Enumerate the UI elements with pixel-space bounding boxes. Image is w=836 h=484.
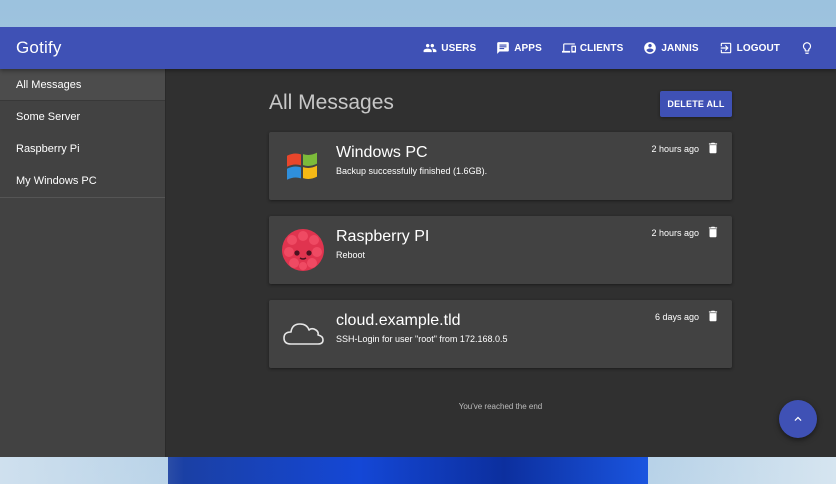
- message-body: Backup successfully finished (1.6GB).: [336, 166, 488, 176]
- trash-icon: [708, 142, 718, 154]
- message-body: Reboot: [336, 250, 366, 260]
- app-bar: Gotify USERS APPS CLIENTS JANNIS LOGOUT: [0, 27, 836, 69]
- delete-message-button[interactable]: [706, 309, 720, 323]
- account-label: JANNIS: [661, 42, 699, 54]
- apps-message-icon: [497, 42, 510, 54]
- delete-message-button[interactable]: [706, 225, 720, 239]
- wallpaper-highlight: [0, 456, 836, 484]
- logout-icon: [720, 42, 731, 54]
- clients-devices-icon: [561, 43, 576, 53]
- sidebar-item-some-server[interactable]: Some Server: [0, 101, 165, 133]
- message-card: Raspberry PI Reboot 2 hours ago: [269, 216, 732, 284]
- end-of-list-text: You've reached the end: [458, 402, 543, 411]
- sidebar: All Messages Some Server Raspberry Pi My…: [0, 69, 166, 457]
- sidebar-item-label: My Windows PC: [16, 175, 97, 187]
- sidebar-item-raspberry-pi[interactable]: Raspberry Pi: [0, 133, 165, 165]
- sidebar-item-label: Raspberry Pi: [16, 143, 80, 155]
- message-date: 2 hours ago: [651, 228, 699, 238]
- sidebar-item-label: All Messages: [16, 78, 82, 91]
- lightbulb-icon: [802, 42, 812, 54]
- cloud-icon: [279, 310, 327, 358]
- account-button[interactable]: JANNIS: [643, 41, 699, 55]
- users-button[interactable]: USERS: [423, 41, 476, 55]
- message-card: cloud.example.tld SSH-Login for user "ro…: [269, 300, 732, 368]
- users-label: USERS: [441, 42, 477, 54]
- clients-button[interactable]: CLIENTS: [561, 41, 624, 55]
- app-title[interactable]: Gotify: [16, 38, 62, 58]
- logout-label: LOGOUT: [736, 42, 780, 54]
- page-title: All Messages: [269, 91, 394, 114]
- apps-label: APPS: [514, 42, 542, 54]
- delete-message-button[interactable]: [706, 141, 720, 155]
- scroll-to-top-button[interactable]: [779, 400, 817, 438]
- clients-label: CLIENTS: [579, 42, 624, 54]
- main-content: All Messages DELETE ALL Windows PC Backu…: [166, 69, 836, 457]
- account-circle-icon: [644, 42, 657, 54]
- apps-button[interactable]: APPS: [496, 41, 542, 55]
- users-icon: [423, 43, 437, 53]
- raspberry-icon: [279, 226, 327, 274]
- logout-button[interactable]: LOGOUT: [719, 41, 780, 55]
- message-title: Raspberry PI: [336, 228, 430, 245]
- nav-bar: USERS APPS CLIENTS JANNIS LOGOUT: [423, 27, 814, 69]
- gotify-app-window: Gotify USERS APPS CLIENTS JANNIS LOGOUT: [0, 27, 836, 457]
- sidebar-item-all-messages[interactable]: All Messages: [0, 69, 165, 101]
- message-date: 6 days ago: [654, 312, 699, 322]
- windows-logo-icon: [279, 142, 327, 190]
- message-date: 2 hours ago: [651, 144, 699, 154]
- trash-icon: [708, 310, 718, 322]
- message-title: cloud.example.tld: [336, 312, 461, 329]
- sidebar-divider: [0, 197, 165, 198]
- message-body: SSH-Login for user "root" from 172.168.0…: [336, 334, 508, 344]
- message-card: Windows PC Backup successfully finished …: [269, 132, 732, 200]
- theme-toggle-button[interactable]: [800, 41, 814, 55]
- chevron-up-icon: [794, 416, 802, 421]
- trash-icon: [708, 226, 718, 238]
- sidebar-item-my-windows-pc[interactable]: My Windows PC: [0, 165, 165, 197]
- sidebar-item-label: Some Server: [16, 111, 81, 123]
- delete-all-button[interactable]: DELETE ALL: [660, 91, 732, 117]
- message-title: Windows PC: [336, 144, 428, 161]
